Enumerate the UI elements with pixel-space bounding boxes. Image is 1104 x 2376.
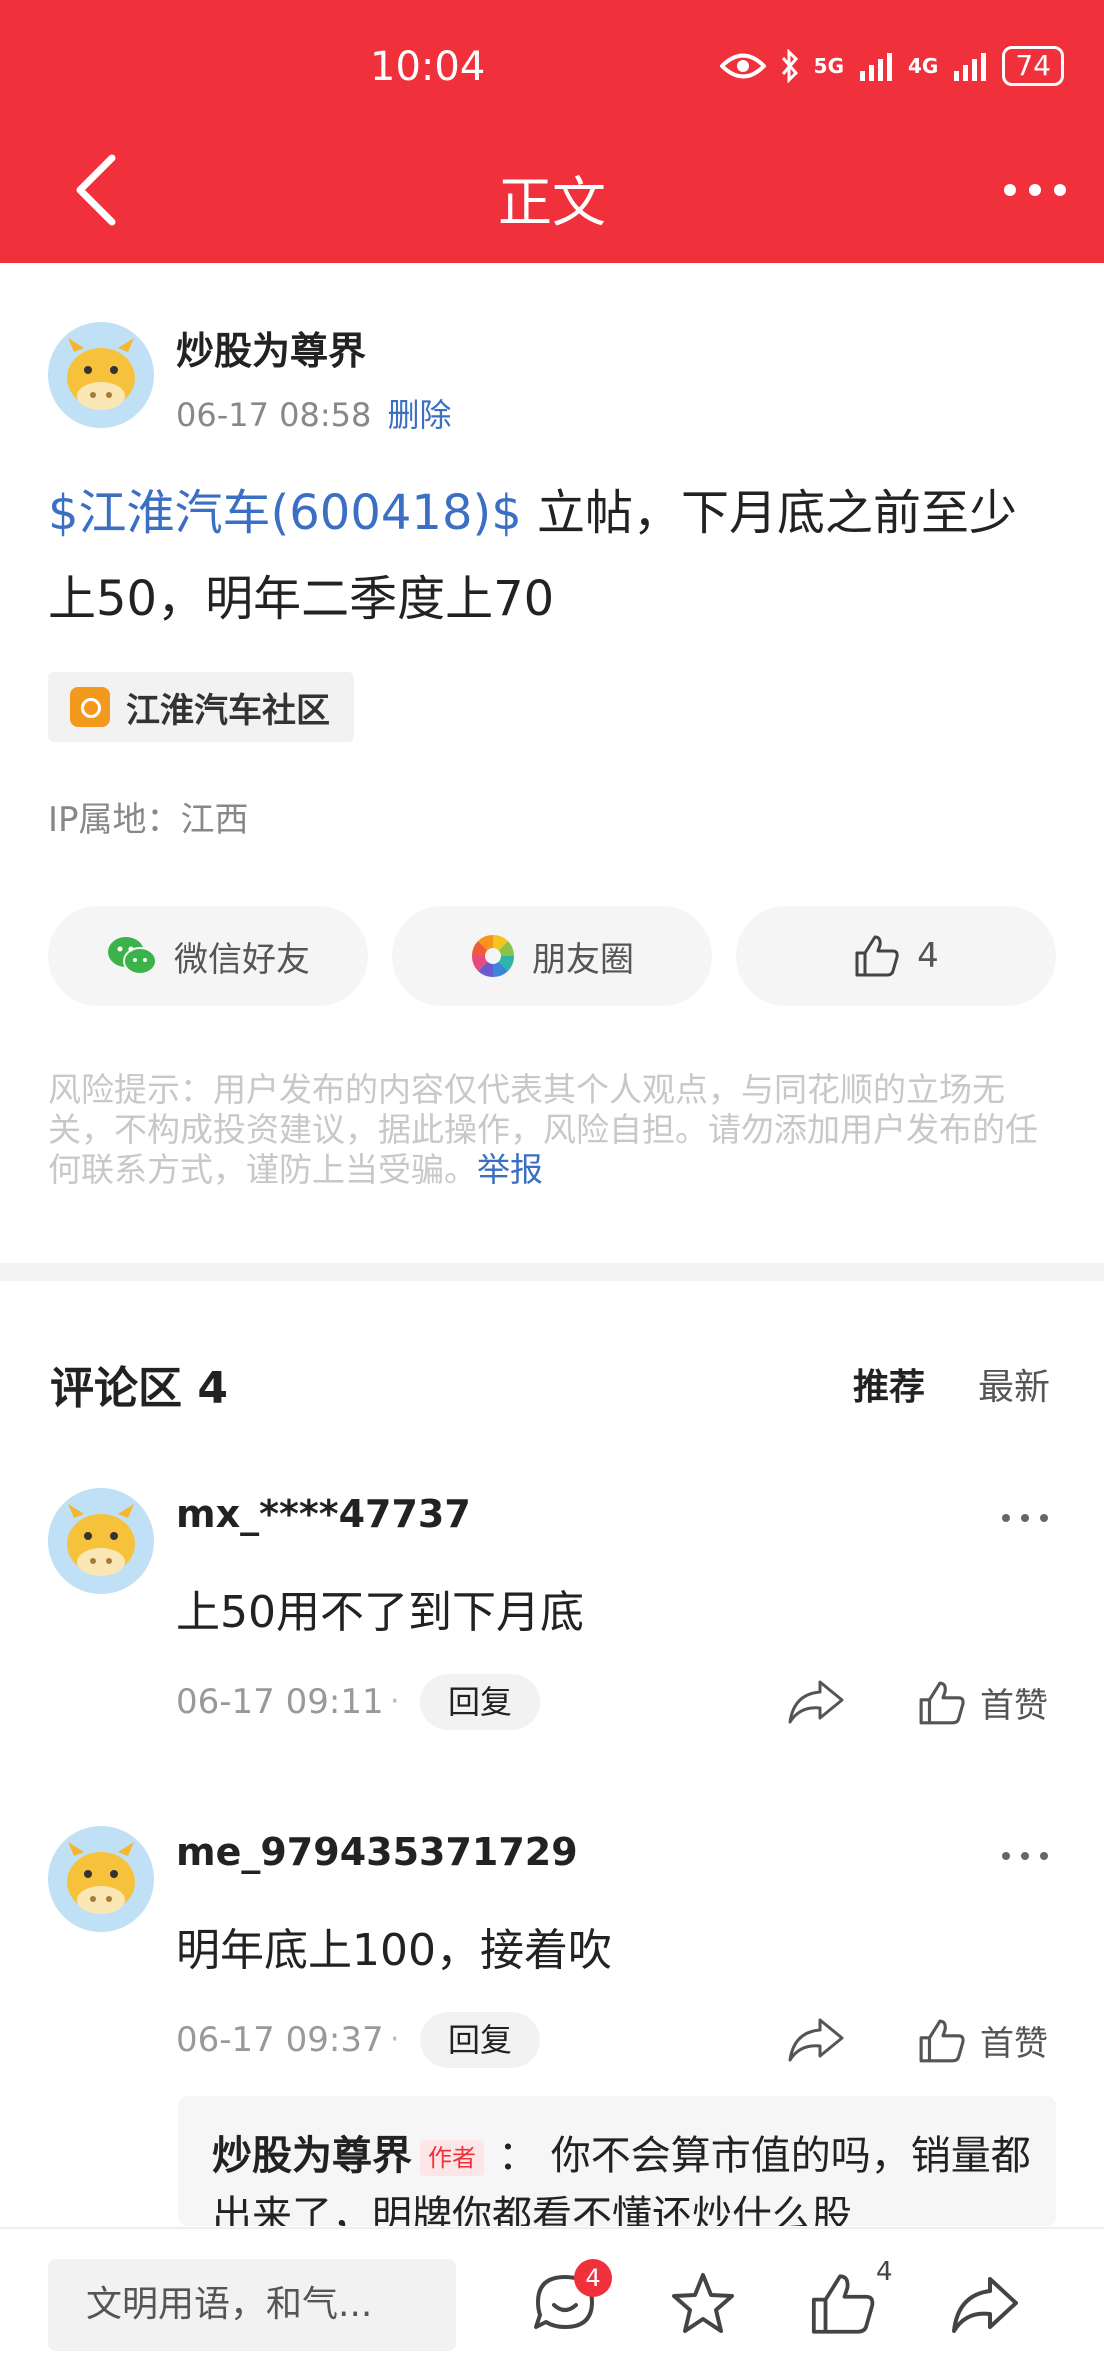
commenter-avatar[interactable]	[48, 1826, 154, 1932]
thumbs-up-icon	[919, 2019, 965, 2062]
bluetooth-icon	[781, 49, 798, 83]
delete-link[interactable]: 删除	[388, 396, 452, 434]
signal-5g-label: 5G	[813, 54, 845, 78]
page-title: 正文	[498, 171, 606, 234]
comment-separator-dot: ·	[390, 1684, 400, 1719]
comment-count-badge: 4	[574, 2259, 612, 2297]
comment-time: 06-17 09:11	[176, 1682, 384, 1722]
community-name: 江淮汽车社区	[126, 690, 330, 731]
risk-notice-text: 风险提示：用户发布的内容仅代表其个人观点，与同花顺的立场无关，不构成投资建议，据…	[48, 1070, 1038, 1189]
cow-avatar-icon	[67, 1504, 135, 1576]
comment-separator-dot: ·	[390, 2022, 400, 2057]
signal-bars-icon	[860, 53, 893, 81]
comment-like-button[interactable]: 首赞	[916, 2016, 1048, 2065]
sort-recommend-tab[interactable]: 推荐	[853, 1358, 925, 1410]
post-meta: 06-17 08:58 删除	[176, 390, 452, 436]
share-icon[interactable]	[950, 2269, 1020, 2339]
author-avatar[interactable]	[48, 322, 154, 428]
comment-like-label: 首赞	[980, 2024, 1048, 2064]
wechat-icon	[108, 937, 157, 975]
bottom-bar: 文明用语，和气... 4 4	[0, 2227, 1104, 2376]
battery-indicator: 74	[1002, 46, 1064, 86]
bottom-like-count: 4	[876, 2257, 893, 2287]
cow-avatar-icon	[67, 338, 135, 410]
stock-link[interactable]: $江淮汽车(600418)$	[48, 485, 522, 541]
nested-reply-content: 炒股为尊界 作者： 你不会算市值的吗，销量都出来了，明牌你都看不懂还炒什么股	[212, 2126, 1042, 2226]
comment-text: 上50用不了到下月底	[176, 1587, 584, 1638]
share-wechat-button[interactable]: 微信好友	[48, 906, 368, 1006]
ip-location: IP属地：江西	[48, 800, 249, 840]
share-moments-label: 朋友圈	[532, 939, 634, 980]
comment-user-name[interactable]: me_979435371729	[176, 1830, 578, 1874]
more-options-icon[interactable]	[1000, 170, 1070, 210]
post-like-count: 4	[917, 936, 939, 976]
post-author-name[interactable]: 炒股为尊界	[176, 320, 366, 375]
share-moments-button[interactable]: 朋友圈	[392, 906, 712, 1006]
nested-reply[interactable]: 炒股为尊界 作者： 你不会算市值的吗，销量都出来了，明牌你都看不懂还炒什么股	[178, 2096, 1056, 2226]
commenter-avatar[interactable]	[48, 1488, 154, 1594]
post-content: $江淮汽车(600418)$ 立帖，下月底之前至少上50，明年二季度上70	[48, 470, 1058, 642]
comment-input[interactable]: 文明用语，和气...	[48, 2259, 456, 2351]
thumbs-up-icon[interactable]	[808, 2269, 878, 2339]
comment-text: 明年底上100，接着吹	[176, 1925, 612, 1976]
sort-latest-tab[interactable]: 最新	[978, 1358, 1050, 1410]
forward-icon[interactable]	[786, 1676, 846, 1726]
signal-bars-icon	[954, 53, 987, 81]
comments-title: 评论区 4	[50, 1363, 228, 1414]
status-time: 10:04	[370, 44, 486, 90]
risk-notice: 风险提示：用户发布的内容仅代表其个人观点，与同花顺的立场无关，不构成投资建议，据…	[48, 1070, 1058, 1190]
community-tag[interactable]: 江淮汽车社区	[48, 672, 354, 742]
post-like-button[interactable]: 4	[736, 906, 1056, 1006]
section-divider	[0, 1263, 1104, 1281]
reply-separator: ：	[498, 2133, 538, 2179]
community-icon	[70, 687, 110, 727]
top-header: 10:04 5G 4G 74 正文	[0, 0, 1104, 263]
comment-reply-button[interactable]: 回复	[420, 2012, 540, 2068]
thumbs-up-icon	[855, 935, 899, 977]
comment-user-name[interactable]: mx_****47737	[176, 1492, 471, 1536]
comment-reply-button[interactable]: 回复	[420, 1674, 540, 1730]
post-time: 06-17 08:58	[176, 396, 372, 434]
eye-icon	[719, 53, 766, 79]
forward-icon[interactable]	[786, 2014, 846, 2064]
status-icons: 5G 4G 74	[719, 46, 1064, 86]
share-wechat-label: 微信好友	[174, 939, 310, 980]
thumbs-up-icon	[919, 1681, 965, 1724]
report-link[interactable]: 举报	[477, 1150, 543, 1189]
comment-like-label: 首赞	[980, 1686, 1048, 1726]
reply-author-name[interactable]: 炒股为尊界	[212, 2133, 412, 2179]
moments-icon	[471, 934, 515, 978]
cow-avatar-icon	[67, 1842, 135, 1914]
signal-4g-label: 4G	[908, 54, 939, 78]
comment-more-icon[interactable]	[1000, 1846, 1050, 1866]
star-icon[interactable]	[668, 2269, 738, 2339]
comment-like-button[interactable]: 首赞	[916, 1678, 1048, 1727]
comment-time: 06-17 09:37	[176, 2020, 384, 2060]
comment-more-icon[interactable]	[1000, 1508, 1050, 1528]
share-row: 微信好友 朋友圈 4	[48, 906, 1056, 1006]
author-badge: 作者	[420, 2140, 484, 2176]
